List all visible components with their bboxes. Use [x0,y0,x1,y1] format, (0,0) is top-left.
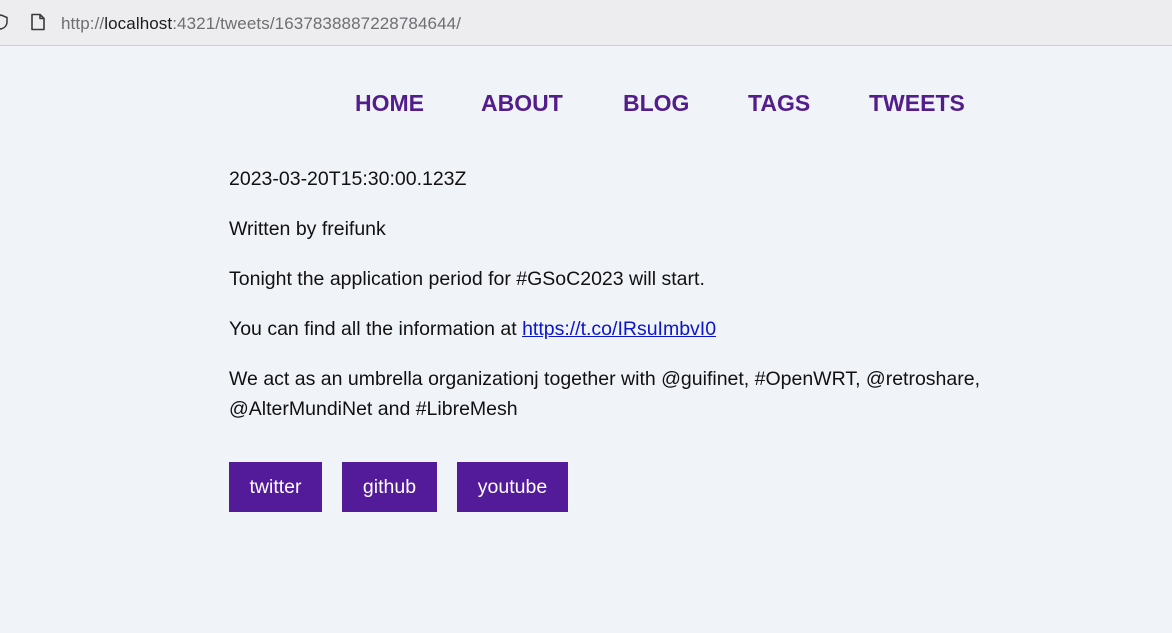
nav-home[interactable]: HOME [355,90,424,117]
page-icon [31,13,45,31]
tweet-author: Written by freifunk [229,218,386,240]
tweet-content: 2023-03-20T15:30:00.123Z Written by frei… [229,164,1029,444]
shield-icon[interactable] [0,14,8,30]
url-text[interactable]: http://localhost:4321/tweets/16378388872… [61,14,461,34]
github-button[interactable]: github [342,462,437,512]
url-prefix: http:// [61,14,105,33]
url-path: :4321/tweets/1637838887228784644/ [172,14,462,33]
tweet-info-text: You can find all the information at [229,318,523,340]
tweet-timestamp: 2023-03-20T15:30:00.123Z [229,168,467,190]
tweet-umbrella-line-a: We act as an umbrella organizationj toge… [229,368,980,390]
nav-blog[interactable]: BLOG [623,90,689,117]
nav-tweets[interactable]: TWEETS [869,90,965,117]
nav-tags[interactable]: TAGS [748,90,810,117]
twitter-button[interactable]: twitter [229,462,322,512]
url-host: localhost [104,14,173,33]
main-nav: HOME ABOUT BLOG TAGS TWEETS [0,90,1172,120]
tweet-info-link[interactable]: https://t.co/IRsuImbvI0 [522,318,716,340]
browser-address-bar[interactable]: http://localhost:4321/tweets/16378388872… [0,0,1172,46]
tweet-line-gsoc: Tonight the application period for #GSoC… [229,268,705,290]
tweet-umbrella-line-b: @AlterMundiNet and #LibreMesh [229,398,518,420]
youtube-button[interactable]: youtube [457,462,568,512]
tweet-line-info: You can find all the information at http… [229,314,1029,344]
tweet-line-umbrella: We act as an umbrella organizationj toge… [229,364,1029,424]
nav-about[interactable]: ABOUT [481,90,563,117]
